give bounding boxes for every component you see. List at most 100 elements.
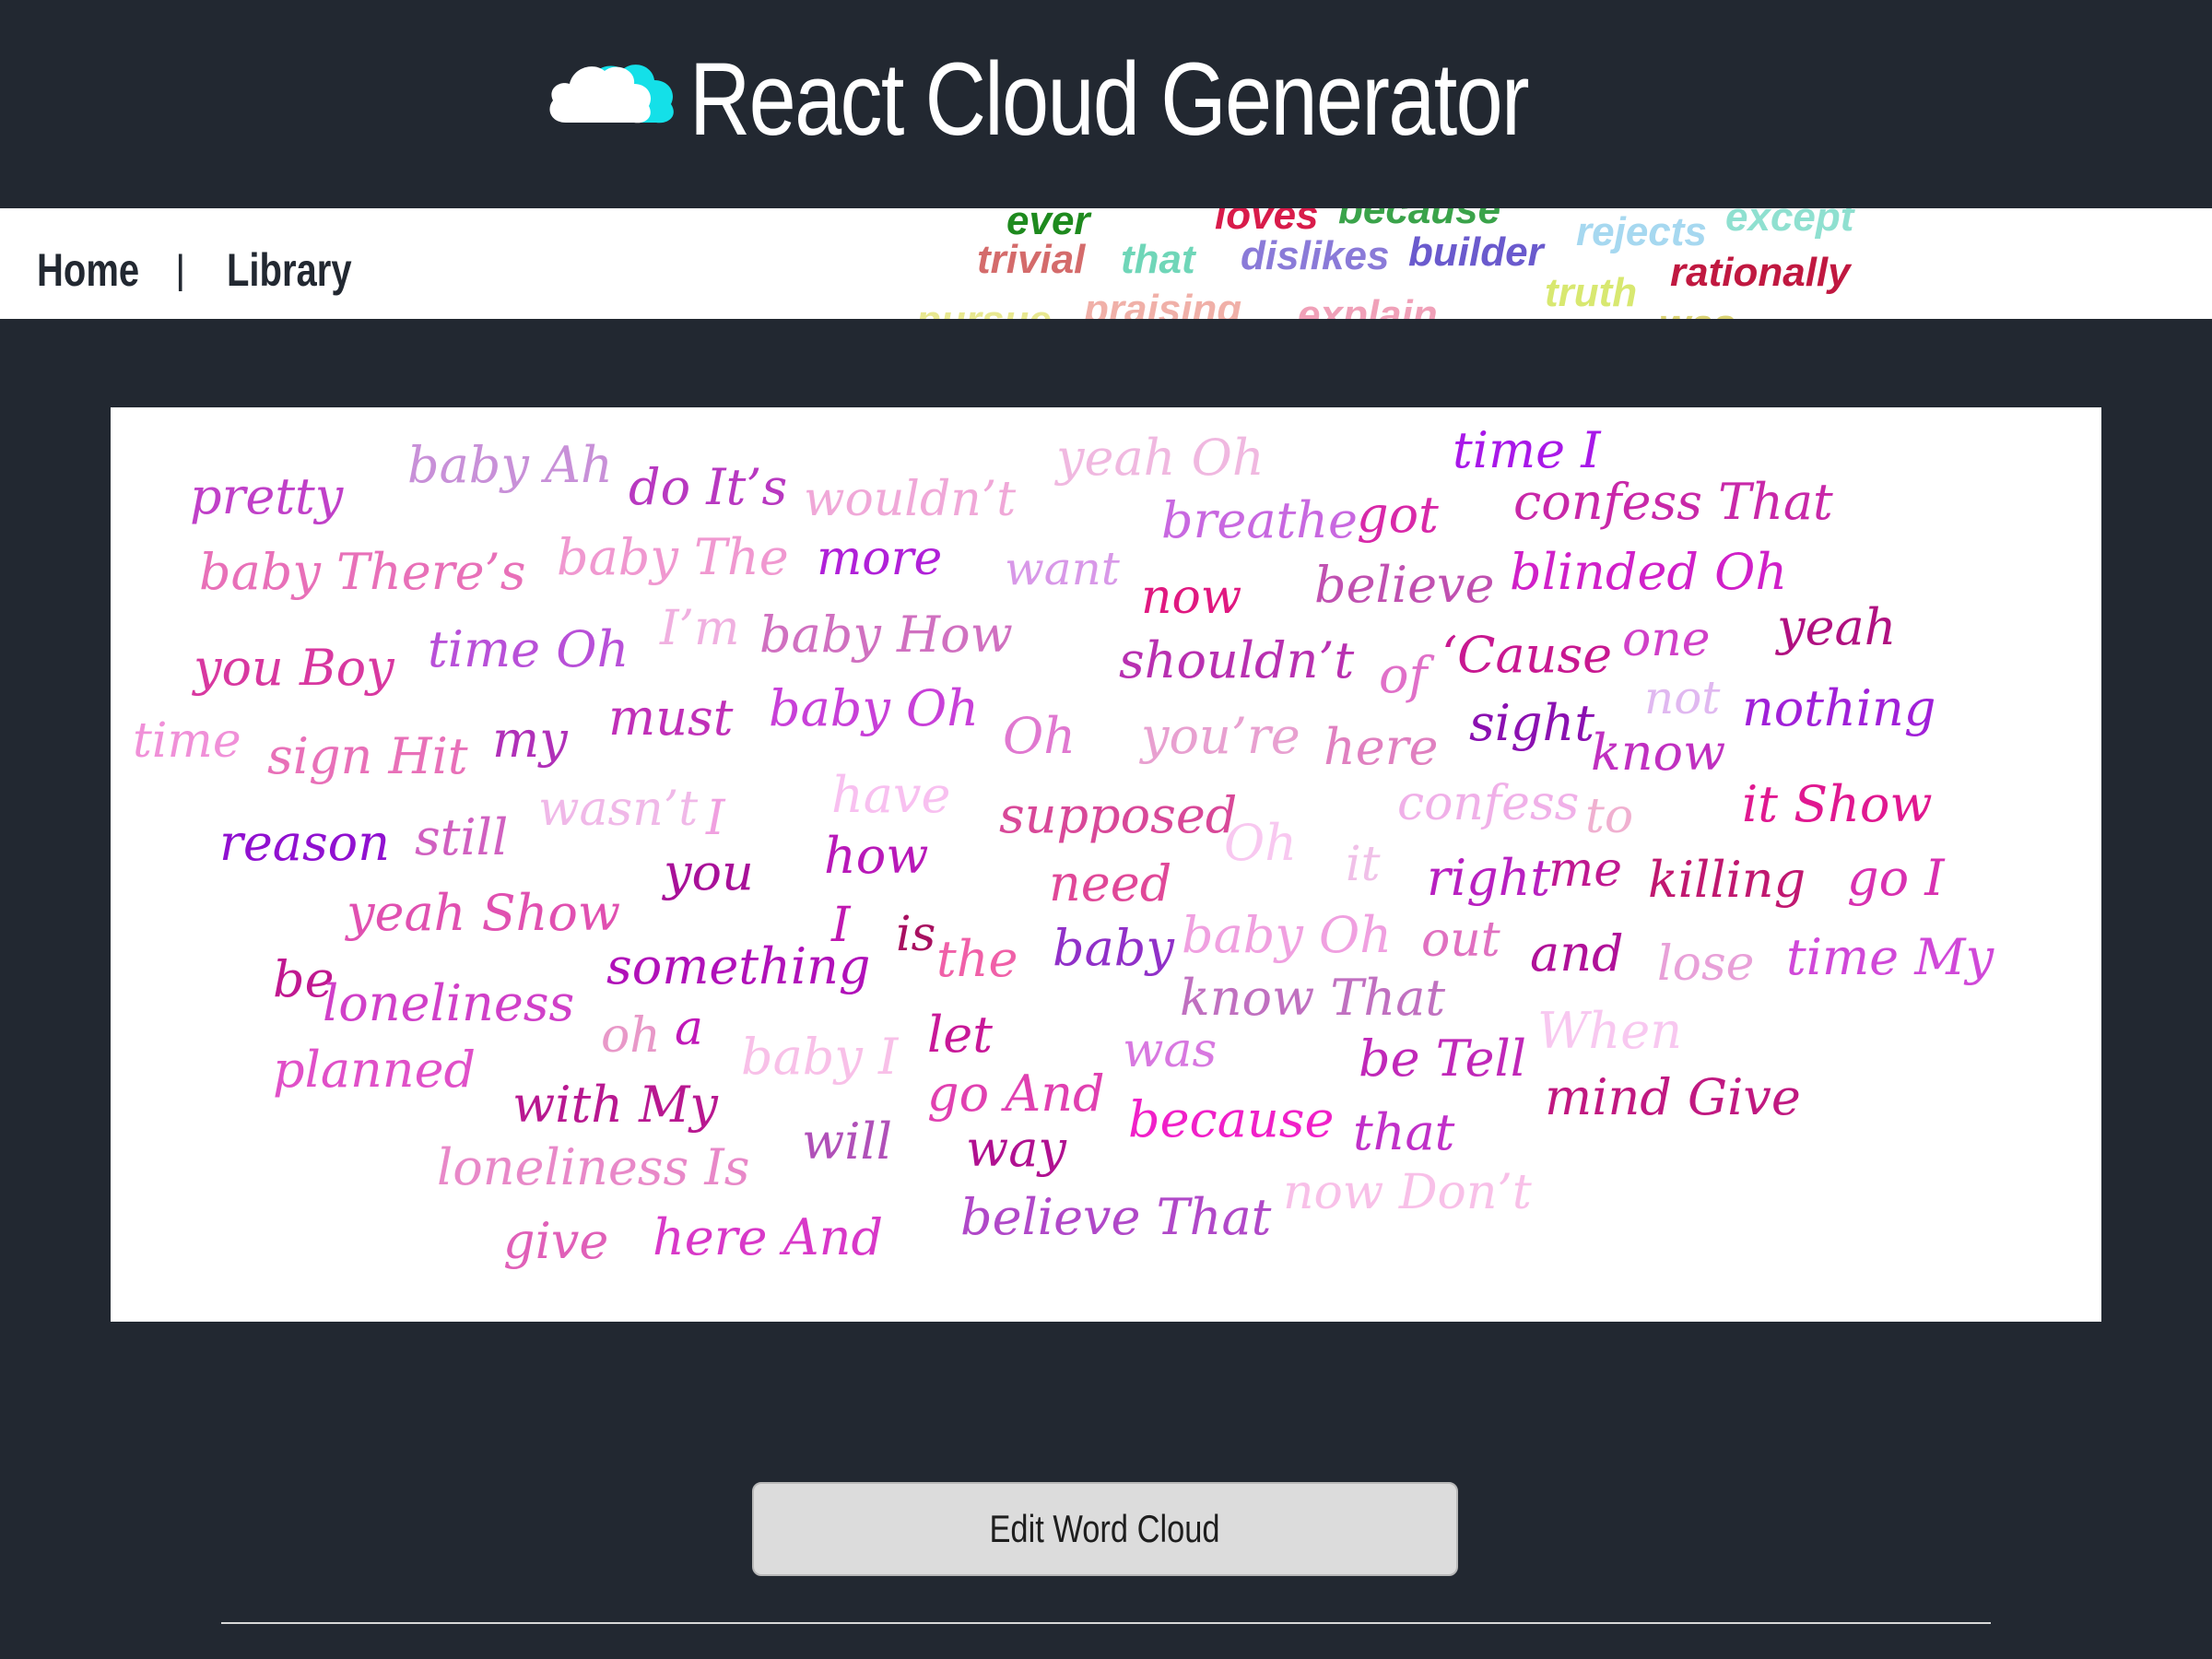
cloud-word: you’re — [1141, 707, 1300, 765]
cloud-word: still — [415, 808, 509, 866]
cloud-word: mind Give — [1545, 1068, 1801, 1126]
cloud-word: When — [1537, 1002, 1683, 1060]
banner-word: was — [1659, 304, 1735, 320]
cloud-word: yeah — [1777, 598, 1897, 656]
banner-word: pursue — [916, 300, 1052, 320]
cloud-word: let — [927, 1006, 993, 1064]
cloud-word: out — [1421, 912, 1500, 968]
cloud-word: baby I — [741, 1028, 899, 1086]
cloud-word: you — [664, 843, 754, 901]
cloud-word: something — [606, 937, 871, 995]
cloud-word: shouldn’t — [1119, 631, 1355, 689]
cloud-word: go I — [1847, 849, 1945, 907]
banner-word: explain — [1298, 292, 1438, 320]
cloud-word: reason — [219, 814, 390, 872]
cloud-word: now — [1141, 570, 1242, 625]
cloud-word: loneliness — [323, 974, 575, 1032]
cloud-icon — [549, 65, 674, 124]
cloud-word: it Show — [1742, 775, 1933, 833]
cloud-word: that — [1353, 1103, 1455, 1161]
cloud-word: with My — [512, 1076, 718, 1134]
cloud-word: believe That — [960, 1188, 1272, 1246]
cloud-word: yeah Oh — [1056, 429, 1265, 487]
cloud-word: pretty — [190, 467, 344, 525]
edit-word-cloud-button[interactable]: Edit Word Cloud — [752, 1482, 1458, 1576]
cloud-word: and — [1530, 924, 1624, 982]
cloud-word: must — [608, 688, 734, 747]
cloud-word: have — [831, 766, 951, 824]
cloud-word: my — [492, 711, 568, 769]
banner-word: that — [1121, 237, 1195, 282]
cloud-word: to — [1585, 789, 1634, 844]
cloud-word: baby Oh — [769, 679, 980, 737]
cloud-word: lose — [1657, 936, 1755, 992]
cloud-word: a — [675, 1001, 704, 1056]
cloud-word: the — [936, 930, 1018, 988]
edit-word-cloud-label: Edit Word Cloud — [989, 1507, 1221, 1550]
nav-separator: | — [175, 247, 186, 292]
cloud-word: time My — [1786, 928, 1994, 986]
app-title: React Cloud Generator — [689, 41, 1530, 157]
cloud-word: confess That — [1513, 473, 1833, 531]
cloud-word: right — [1427, 849, 1551, 907]
cloud-word: killing — [1648, 851, 1806, 909]
cloud-word: time I — [1453, 421, 1601, 479]
cloud-word: wouldn’t — [804, 472, 1017, 527]
cloud-word: want — [1005, 542, 1120, 595]
cloud-word: was — [1123, 1023, 1218, 1078]
cloud-word: here And — [653, 1208, 884, 1266]
banner-word: because — [1338, 208, 1501, 232]
cloud-word: I — [706, 791, 725, 846]
cloud-word: here — [1324, 718, 1439, 776]
banner-word: except — [1725, 208, 1854, 240]
cloud-word: one — [1622, 612, 1711, 667]
cloud-word: of — [1379, 646, 1428, 704]
cloud-word: planned — [273, 1041, 477, 1099]
cloud-word: sight — [1469, 694, 1595, 752]
cloud-word: it — [1346, 837, 1381, 892]
cloud-word: more — [817, 531, 943, 586]
cloud-word: because — [1128, 1090, 1335, 1148]
cloud-word: baby The — [557, 528, 789, 586]
cloud-word: is — [896, 907, 936, 962]
nav-library-link[interactable]: Library — [227, 243, 352, 297]
app-header: React Cloud Generator — [0, 0, 2212, 208]
cloud-word: baby Oh — [1182, 906, 1393, 964]
cloud-word: go And — [927, 1065, 1105, 1123]
cloud-word: I’m — [660, 601, 740, 656]
cloud-word: baby — [1053, 919, 1174, 977]
cloud-word: nothing — [1742, 679, 1936, 737]
cloud-word: time Oh — [428, 620, 629, 678]
cloud-word: not — [1644, 671, 1721, 724]
cloud-word: sign Hit — [267, 727, 468, 785]
cloud-word: blinded Oh — [1510, 543, 1788, 601]
cloud-word: loneliness Is — [437, 1138, 750, 1196]
cloud-word: you Boy — [194, 639, 394, 697]
banner-word: praising — [1084, 287, 1242, 320]
cloud-word: time — [133, 713, 241, 769]
cloud-word: oh — [601, 1008, 661, 1064]
banner-word: truth — [1545, 270, 1638, 315]
navbar: Home | Library ever loves because except… — [0, 208, 2212, 319]
cloud-word: way — [966, 1120, 1066, 1178]
banner-word: builder — [1408, 229, 1544, 275]
cloud-word: believe — [1314, 556, 1495, 614]
cloud-word: be Tell — [1359, 1030, 1527, 1088]
cloud-word: confess — [1397, 776, 1580, 831]
cloud-word: yeah Show — [347, 884, 621, 942]
cloud-word: Oh — [1224, 814, 1298, 872]
cloud-word: will — [802, 1112, 893, 1171]
cloud-word: do It’s — [629, 458, 788, 516]
cloud-word: need — [1049, 854, 1172, 912]
banner-word: loves — [1215, 208, 1319, 238]
cloud-word: baby There’s — [199, 543, 526, 601]
cloud-word: baby How — [759, 606, 1013, 664]
banner-word: dislikes — [1241, 233, 1390, 278]
cloud-word: baby Ah — [407, 436, 613, 494]
cloud-word: ‘Cause — [1441, 626, 1613, 684]
word-cloud-panel: pretty baby Ah do It’s wouldn’t yeah Oh … — [111, 407, 2101, 1322]
cloud-word: how — [824, 827, 929, 885]
cloud-word: know — [1591, 724, 1726, 782]
nav-home-link[interactable]: Home — [37, 243, 139, 297]
cloud-word: Oh — [1003, 707, 1077, 765]
